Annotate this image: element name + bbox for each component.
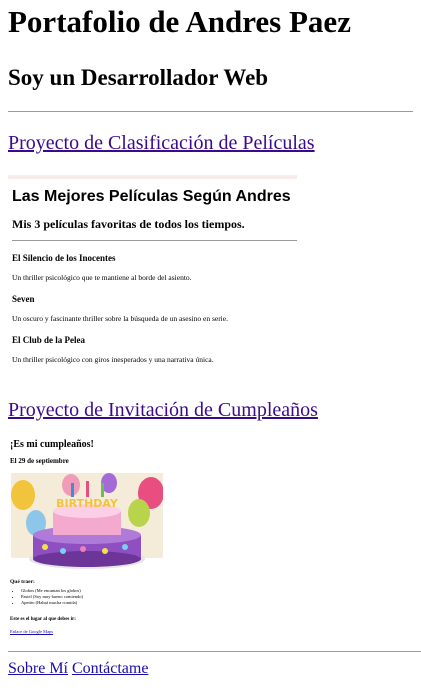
- movie-description: Un oscuro y fascinante thriller sobre la…: [12, 314, 228, 323]
- project-link-movies[interactable]: Proyecto de Clasificación de Películas: [8, 132, 315, 154]
- location-label: Este es el lugar al que debes ir:: [10, 617, 76, 622]
- page-subtitle: Soy un Desarrollador Web: [8, 65, 269, 90]
- movies-preview-subtitle: Mis 3 películas favoritas de todos los t…: [12, 217, 245, 231]
- bring-label: Qué traer:: [10, 579, 35, 585]
- project-heading-movies: Proyecto de Clasificación de Películas: [8, 131, 413, 155]
- movie-title: El Club de la Pelea: [12, 335, 86, 345]
- movie-description: Un thriller psicológico con giros inespe…: [12, 355, 214, 364]
- birthday-cake-image: BIRTHDAY: [11, 473, 163, 574]
- contact-link[interactable]: Contáctame: [72, 660, 148, 677]
- preview-top-bar: [8, 175, 297, 179]
- bring-list: Globos (Me encantan los globos) Pastel (…: [10, 588, 83, 606]
- birthday-preview-title: ¡Es mi cumpleaños!: [10, 439, 94, 450]
- header-divider: [8, 111, 413, 112]
- project-link-birthday[interactable]: Proyecto de Invitación de Cumpleaños: [8, 399, 318, 421]
- google-maps-link[interactable]: Enlace de Google Maps: [10, 629, 53, 634]
- movie-title: El Silencio de los Inocentes: [12, 253, 116, 263]
- movies-preview-title: Las Mejores Películas Según Andres: [12, 188, 291, 205]
- movies-project-preview[interactable]: Las Mejores Películas Según Andres Mis 3…: [8, 175, 297, 365]
- footer-nav: Sobre Mí Contáctame: [8, 659, 148, 679]
- movie-description: Un thriller psicológico que te mantiene …: [12, 273, 192, 282]
- project-heading-birthday: Proyecto de Invitación de Cumpleaños: [8, 398, 318, 422]
- footer-divider: [8, 651, 421, 652]
- birthday-preview-date: El 29 de septiembre: [10, 457, 69, 465]
- about-link[interactable]: Sobre Mí: [8, 660, 68, 677]
- portfolio-page: Portafolio de Andres Paez Soy un Desarro…: [0, 4, 421, 155]
- birthday-project-preview[interactable]: ¡Es mi cumpleaños! El 29 de septiembre B…: [8, 432, 168, 647]
- list-item: Apetito (Habrá mucha comida): [21, 600, 83, 606]
- page-title: Portafolio de Andres Paez: [8, 4, 351, 39]
- svg-text:BIRTHDAY: BIRTHDAY: [56, 497, 119, 510]
- movies-preview-divider: [12, 240, 297, 241]
- movie-title: Seven: [12, 294, 35, 304]
